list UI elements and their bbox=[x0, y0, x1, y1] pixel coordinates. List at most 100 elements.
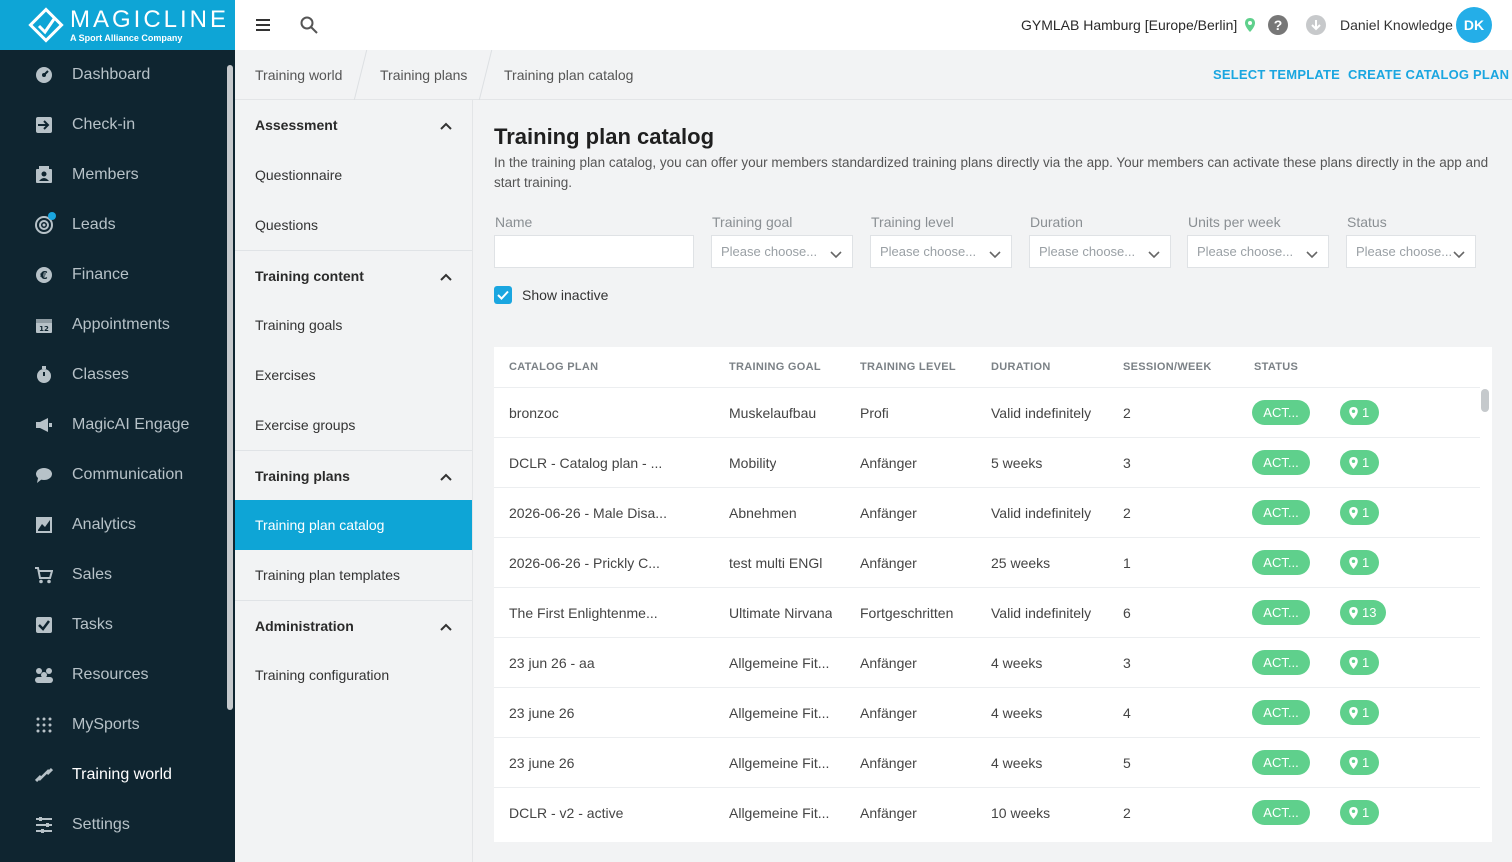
column-header-catalog-plan[interactable]: CATALOG PLAN bbox=[509, 361, 598, 373]
column-header-session-week[interactable]: SESSION/WEEK bbox=[1123, 361, 1212, 373]
section-administration[interactable]: Administration bbox=[235, 600, 472, 650]
sidebar-item-dashboard[interactable]: Dashboard bbox=[0, 50, 235, 100]
sidebar-item-label: Resources bbox=[72, 666, 149, 683]
cell-training-level: Profi bbox=[860, 405, 889, 421]
sidebar-item-tasks[interactable]: Tasks bbox=[0, 600, 235, 650]
sidebar-item-label: MySports bbox=[72, 716, 140, 733]
sidebar-item-communication[interactable]: Communication bbox=[0, 450, 235, 500]
locations-badge[interactable]: 1 bbox=[1340, 650, 1380, 675]
sidebar-item-mysports[interactable]: MySports bbox=[0, 700, 235, 750]
cell-training-level: Anfänger bbox=[860, 555, 917, 571]
duration-filter-label: Duration bbox=[1030, 214, 1083, 230]
locations-badge[interactable]: 1 bbox=[1340, 450, 1380, 475]
submenu-item-training-plan-catalog[interactable]: Training plan catalog bbox=[235, 500, 472, 550]
section-training-plans[interactable]: Training plans bbox=[235, 450, 472, 500]
submenu-item-exercises[interactable]: Exercises bbox=[235, 350, 472, 400]
user-name[interactable]: Daniel Knowledge bbox=[1340, 17, 1453, 33]
help-icon[interactable]: ? bbox=[1268, 15, 1288, 35]
cell-session-week: 6 bbox=[1123, 605, 1131, 621]
submenu-item-training-plan-templates[interactable]: Training plan templates bbox=[235, 550, 472, 600]
locations-badge[interactable]: 1 bbox=[1340, 750, 1380, 775]
status-badge: ACT... bbox=[1252, 700, 1310, 725]
sidebar-item-settings[interactable]: Settings bbox=[0, 800, 235, 850]
sidebar-item-resources[interactable]: Resources bbox=[0, 650, 235, 700]
column-header-status[interactable]: STATUS bbox=[1254, 361, 1298, 373]
chevron-up-icon bbox=[440, 618, 452, 634]
table-row[interactable]: 23 june 26 Allgemeine Fit... Anfänger 4 wee… bbox=[494, 687, 1480, 737]
cell-session-week: 5 bbox=[1123, 755, 1131, 771]
locations-count: 1 bbox=[1362, 705, 1370, 720]
locations-badge[interactable]: 1 bbox=[1340, 550, 1380, 575]
status-select[interactable]: Please choose... bbox=[1346, 235, 1476, 268]
locations-count: 1 bbox=[1362, 755, 1370, 770]
table-row[interactable]: 2026-06-26 - Male Disa... Abnehmen Anfänge… bbox=[494, 487, 1480, 537]
select-placeholder: Please choose... bbox=[721, 244, 818, 259]
select-template-button[interactable]: SELECT TEMPLATE bbox=[1213, 67, 1340, 82]
table-row[interactable]: 23 jun 26 - aa Allgemeine Fit... Anfänger 4… bbox=[494, 637, 1480, 687]
select-placeholder: Please choose... bbox=[1039, 244, 1136, 259]
table-row[interactable]: bronzoc Muskelaufbau Profi Valid indefinite… bbox=[494, 387, 1480, 437]
training-goal-select[interactable]: Please choose... bbox=[711, 235, 853, 268]
table-row[interactable]: 23 june 26 Allgemeine Fit... Anfänger 4 wee… bbox=[494, 737, 1480, 787]
sidebar-item-leads[interactable]: Leads bbox=[0, 200, 235, 250]
sidebar-item-finance[interactable]: € Finance bbox=[0, 250, 235, 300]
cell-duration: 4 weeks bbox=[991, 755, 1043, 771]
table-row[interactable]: DCLR - Catalog plan - ... Mobility Anfänge… bbox=[494, 437, 1480, 487]
duration-select[interactable]: Please choose... bbox=[1029, 235, 1171, 268]
location-selector[interactable]: GYMLAB Hamburg [Europe/Berlin] bbox=[1021, 17, 1256, 33]
submenu-item-training-configuration[interactable]: Training configuration bbox=[235, 650, 472, 700]
breadcrumb-current: Training plan catalog bbox=[504, 67, 634, 83]
locations-badge[interactable]: 1 bbox=[1340, 500, 1380, 525]
sidebar-item-magicai-engage[interactable]: MagicAI Engage bbox=[0, 400, 235, 450]
table-row[interactable]: The First Enlightenme... Ultimate Nirvana… bbox=[494, 587, 1480, 637]
sidebar-item-training-world[interactable]: Training world bbox=[0, 750, 235, 800]
locations-badge[interactable]: 1 bbox=[1340, 800, 1380, 825]
training-level-select[interactable]: Please choose... bbox=[870, 235, 1012, 268]
section-assessment[interactable]: Assessment bbox=[235, 100, 472, 150]
main-content: Training plan catalog In the training pl… bbox=[474, 100, 1512, 862]
download-icon[interactable] bbox=[1306, 15, 1326, 35]
name-filter-input[interactable] bbox=[494, 235, 694, 268]
sidebar-item-appointments[interactable]: 12 Appointments bbox=[0, 300, 235, 350]
units-per-week-select[interactable]: Please choose... bbox=[1187, 235, 1329, 268]
submenu-item-questionnaire[interactable]: Questionnaire bbox=[235, 150, 472, 200]
brand-logo[interactable]: MAGICLINE A Sport Alliance Company bbox=[0, 0, 235, 50]
create-catalog-plan-button[interactable]: CREATE CATALOG PLAN bbox=[1348, 67, 1509, 82]
avatar[interactable]: DK bbox=[1456, 7, 1492, 43]
column-header-training-goal[interactable]: TRAINING GOAL bbox=[729, 361, 821, 373]
sidebar-item-members[interactable]: Members bbox=[0, 150, 235, 200]
show-inactive-checkbox[interactable] bbox=[494, 286, 512, 304]
sidebar-item-check-in[interactable]: Check-in bbox=[0, 100, 235, 150]
sidebar-item-classes[interactable]: Classes bbox=[0, 350, 235, 400]
locations-badge[interactable]: 13 bbox=[1340, 600, 1387, 625]
cell-catalog-plan: 23 june 26 bbox=[509, 705, 575, 721]
submenu-item-questions[interactable]: Questions bbox=[235, 200, 472, 250]
sidebar-item-label: Members bbox=[72, 166, 139, 183]
breadcrumb-separator bbox=[478, 50, 493, 100]
locations-count: 1 bbox=[1362, 555, 1370, 570]
table-scrollbar[interactable] bbox=[1481, 389, 1489, 412]
show-inactive-label[interactable]: Show inactive bbox=[522, 287, 608, 303]
sidebar-item-label: MagicAI Engage bbox=[72, 416, 190, 433]
sidebar-item-label: Dashboard bbox=[72, 66, 151, 83]
search-icon[interactable] bbox=[297, 13, 321, 37]
sidebar-item-analytics[interactable]: Analytics bbox=[0, 500, 235, 550]
sidebar-scrollbar[interactable] bbox=[227, 65, 233, 710]
section-training-content[interactable]: Training content bbox=[235, 250, 472, 300]
breadcrumb-training-world[interactable]: Training world bbox=[255, 67, 342, 83]
locations-badge[interactable]: 1 bbox=[1340, 700, 1380, 725]
submenu-item-exercise-groups[interactable]: Exercise groups bbox=[235, 400, 472, 450]
cell-training-level: Anfänger bbox=[860, 755, 917, 771]
cell-training-goal: Allgemeine Fit... bbox=[729, 655, 830, 671]
breadcrumb-training-plans[interactable]: Training plans bbox=[380, 67, 467, 83]
hamburger-menu-icon[interactable] bbox=[251, 13, 275, 37]
column-header-training-level[interactable]: TRAINING LEVEL bbox=[860, 361, 956, 373]
locations-badge[interactable]: 1 bbox=[1340, 400, 1380, 425]
table-row[interactable]: 2026-06-26 - Prickly C... test multi ENGl… bbox=[494, 537, 1480, 587]
chevron-up-icon bbox=[440, 468, 452, 484]
submenu-item-training-goals[interactable]: Training goals bbox=[235, 300, 472, 350]
sidebar-item-sales[interactable]: Sales bbox=[0, 550, 235, 600]
table-row[interactable]: DCLR - v2 - active Allgemeine Fit... Anfän… bbox=[494, 787, 1480, 837]
section-title: Assessment bbox=[255, 117, 338, 133]
column-header-duration[interactable]: DURATION bbox=[991, 361, 1051, 373]
